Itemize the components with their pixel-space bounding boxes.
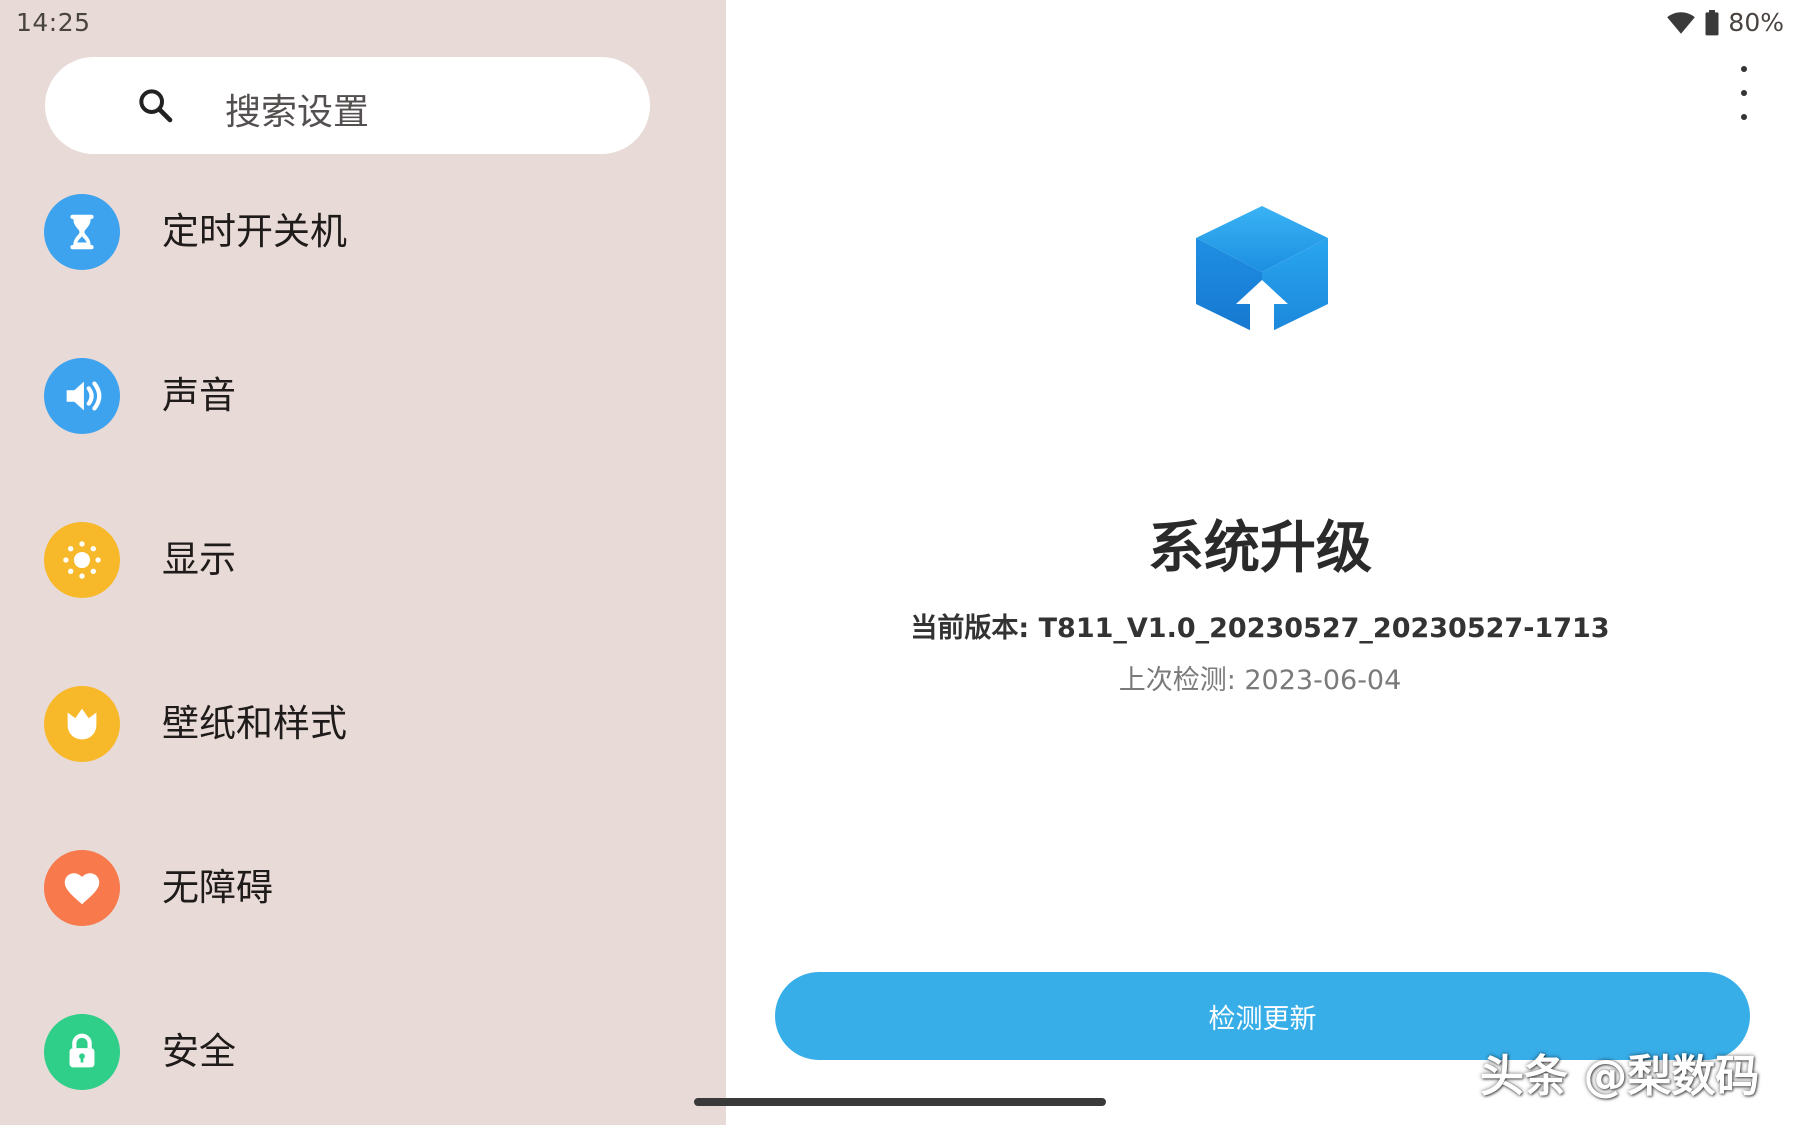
sidebar-item-sound[interactable]: 声音: [0, 336, 726, 456]
more-options-button[interactable]: [1726, 66, 1762, 120]
tulip-icon: [44, 686, 120, 762]
sidebar-item-display[interactable]: 显示: [0, 500, 726, 620]
watermark: 头条 @梨数码: [1480, 1051, 1760, 1102]
last-check-date: 上次检测: 2023-06-04: [1118, 665, 1402, 696]
search-bar[interactable]: 搜索设置: [45, 57, 650, 154]
battery-icon: [1705, 9, 1719, 35]
heart-icon: [44, 850, 120, 926]
sidebar-item-accessibility[interactable]: 无障碍: [0, 828, 726, 948]
sidebar-item-label: 显示: [162, 538, 236, 581]
sidebar-item-label: 壁纸和样式: [162, 702, 347, 745]
search-icon: [139, 89, 173, 123]
more-dot: [1741, 114, 1747, 120]
speaker-icon: [44, 358, 120, 434]
more-dot: [1741, 90, 1747, 96]
search-input[interactable]: 搜索设置: [225, 83, 369, 135]
system-update-cube-icon: [1196, 206, 1328, 336]
page-title: 系统升级: [1148, 516, 1372, 581]
brightness-icon: [44, 522, 120, 598]
status-time: 14:25: [16, 8, 91, 37]
sidebar-item-label: 定时开关机: [162, 210, 347, 253]
status-bar-right: 80%: [1666, 8, 1784, 37]
sidebar-item-wallpaper-style[interactable]: 壁纸和样式: [0, 664, 726, 784]
battery-level: 80%: [1728, 8, 1784, 37]
more-dot: [1741, 66, 1747, 72]
sidebar-item-label: 无障碍: [162, 866, 273, 909]
sidebar-item-security[interactable]: 安全: [0, 992, 726, 1112]
sidebar-item-label: 安全: [162, 1030, 236, 1073]
sidebar-item-label: 声音: [162, 374, 236, 417]
wifi-icon: [1667, 11, 1696, 34]
sidebar-item-scheduled-power[interactable]: 定时开关机: [0, 172, 726, 292]
navigation-handle[interactable]: [694, 1098, 1106, 1106]
hourglass-icon: [44, 194, 120, 270]
lock-icon: [44, 1014, 120, 1090]
settings-sidebar: 14:25 搜索设置 定时开关机 声音 显示 壁纸和样式 无障碍 安全: [0, 0, 726, 1125]
current-version: 当前版本: T811_V1.0_20230527_20230527-1713: [910, 613, 1610, 644]
